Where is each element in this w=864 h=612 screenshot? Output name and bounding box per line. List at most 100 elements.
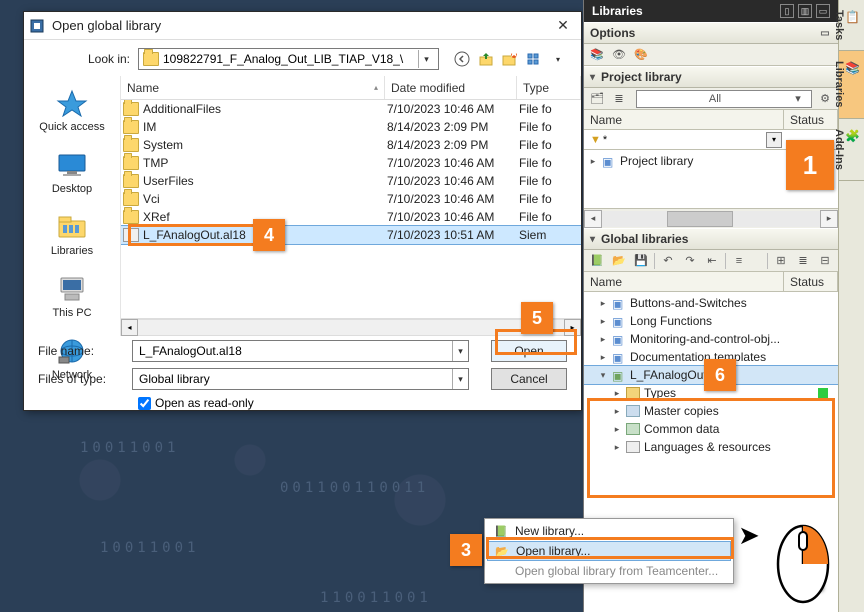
file-row[interactable]: L_FAnalogOut.al187/10/2023 10:51 AMSiem: [121, 226, 581, 244]
horizontal-scrollbar[interactable]: ◂ ▸: [121, 318, 581, 336]
tree-icon[interactable]: 🗂: [588, 90, 606, 108]
menu-item[interactable]: 📗New library...: [487, 521, 731, 541]
col-date[interactable]: Date modified: [385, 76, 517, 99]
status-column[interactable]: Status: [784, 110, 838, 129]
col-name[interactable]: Name▴: [121, 76, 385, 99]
status-column[interactable]: Status: [784, 272, 838, 291]
palette-icon[interactable]: 🎨: [632, 46, 650, 64]
view-dropdown-icon[interactable]: ▾: [549, 50, 567, 68]
import-icon[interactable]: ⇤: [703, 252, 721, 270]
gear-icon[interactable]: ⚙: [816, 90, 834, 108]
file-row[interactable]: XRef7/10/2023 10:46 AMFile fo: [121, 208, 581, 226]
redo-icon[interactable]: ↷: [681, 252, 699, 270]
database-icon[interactable]: ≡: [730, 252, 748, 270]
nav-back-icon[interactable]: [453, 50, 471, 68]
expand-icon[interactable]: ▾: [598, 370, 608, 381]
library-view-icon[interactable]: 📚: [588, 46, 606, 64]
expand-icon[interactable]: ▸: [598, 352, 608, 363]
file-name-combo[interactable]: ▾: [132, 340, 469, 362]
open-global-library-dialog: Open global library ✕ Look in: 109822791…: [23, 11, 582, 411]
name-column[interactable]: Name: [584, 272, 784, 291]
panel-layout2-icon[interactable]: ▥: [798, 4, 812, 18]
star-icon: [55, 89, 89, 117]
chevron-down-icon[interactable]: ▾: [789, 90, 807, 108]
expand-icon[interactable]: ▸: [612, 388, 622, 399]
dialog-icon: [28, 17, 46, 35]
place-libraries[interactable]: Libraries: [31, 206, 113, 266]
open-read-only-checkbox[interactable]: [138, 397, 151, 410]
place-quick-access[interactable]: Quick access: [31, 82, 113, 142]
scroll-right-icon[interactable]: ▸: [564, 319, 581, 336]
close-icon[interactable]: ✕: [549, 14, 577, 38]
name-column[interactable]: Name: [584, 110, 784, 129]
nav-views-icon[interactable]: [525, 50, 543, 68]
file-name-input[interactable]: [139, 344, 462, 358]
collapse-icon[interactable]: ⊟: [816, 252, 834, 270]
tree-item[interactable]: ▸▣Long Functions: [584, 312, 838, 330]
new-lib-icon[interactable]: 📗: [588, 252, 606, 270]
menu-item[interactable]: 📂Open library...: [487, 541, 731, 561]
side-tab-add-ins[interactable]: 🧩Add-Ins: [839, 119, 864, 181]
options-tool-icon[interactable]: ▭: [818, 26, 832, 40]
expand-icon[interactable]: ▸: [612, 424, 622, 435]
file-row[interactable]: AdditionalFiles7/10/2023 10:46 AMFile fo: [121, 100, 581, 118]
file-row[interactable]: Vci7/10/2023 10:46 AMFile fo: [121, 190, 581, 208]
look-in-combo[interactable]: 109822791_F_Analog_Out_LIB_TIAP_V18_\ ▾: [138, 48, 439, 70]
panel-header: Libraries ▯ ▥ ▭: [584, 0, 838, 22]
tree-item[interactable]: ▸▣Monitoring-and-control-obj...: [584, 330, 838, 348]
col-type[interactable]: Type: [517, 76, 581, 99]
expand-icon[interactable]: ▸: [598, 298, 608, 309]
expand-icon[interactable]: ▸: [598, 334, 608, 345]
look-in-label: Look in:: [38, 52, 130, 66]
libraries-icon: [55, 213, 89, 241]
chevron-down-icon[interactable]: ▾: [590, 72, 595, 83]
scroll-left-icon[interactable]: ◂: [121, 319, 138, 336]
list-icon[interactable]: ≣: [610, 90, 628, 108]
place-this-pc[interactable]: This PC: [31, 268, 113, 328]
chevron-down-icon[interactable]: ▾: [418, 50, 434, 68]
expand-icon[interactable]: ▸: [612, 406, 622, 417]
side-tabs: 📋Tasks📚Libraries🧩Add-Ins: [838, 0, 864, 612]
open-lib-icon[interactable]: 📂: [610, 252, 628, 270]
expand-icon[interactable]: ⊞: [772, 252, 790, 270]
chevron-down-icon[interactable]: ▾: [590, 234, 595, 245]
side-tab-libraries[interactable]: 📚Libraries: [839, 51, 864, 118]
file-row[interactable]: UserFiles7/10/2023 10:46 AMFile fo: [121, 172, 581, 190]
chevron-down-icon[interactable]: ▾: [766, 132, 782, 148]
undo-icon[interactable]: ↶: [659, 252, 677, 270]
place-desktop[interactable]: Desktop: [31, 144, 113, 204]
chevron-down-icon[interactable]: ▾: [452, 341, 468, 361]
tree-item[interactable]: ▸Languages & resources: [584, 438, 838, 456]
panel-layout3-icon[interactable]: ▭: [816, 4, 830, 18]
nav-up-icon[interactable]: [477, 50, 495, 68]
panel-layout1-icon[interactable]: ▯: [780, 4, 794, 18]
callout-1: 1: [786, 140, 834, 190]
expand-icon[interactable]: ▸: [598, 316, 608, 327]
open-button[interactable]: Open: [491, 340, 567, 362]
save-lib-icon[interactable]: 💾: [632, 252, 650, 270]
chevron-down-icon[interactable]: ▾: [452, 369, 468, 389]
tasks-icon: 📋: [845, 10, 860, 24]
project-scrollbar[interactable]: ◂ ▸: [584, 208, 838, 228]
nav-newfolder-icon[interactable]: ★: [501, 50, 519, 68]
tree-item[interactable]: ▸▣Buttons-and-Switches: [584, 294, 838, 312]
tree-item[interactable]: ▸Common data: [584, 420, 838, 438]
project-library-section[interactable]: ▾ Project library: [584, 66, 838, 88]
list2-icon[interactable]: ≣: [794, 252, 812, 270]
global-libraries-section[interactable]: ▾ Global libraries: [584, 228, 838, 250]
expand-icon[interactable]: ▸: [612, 442, 622, 453]
cancel-button[interactable]: Cancel: [491, 368, 567, 390]
files-of-type-input[interactable]: [139, 372, 462, 386]
scroll-right-icon[interactable]: ▸: [820, 210, 838, 228]
filter-all-combo[interactable]: All ▾: [636, 90, 812, 108]
file-row[interactable]: System8/14/2023 2:09 PMFile fo: [121, 136, 581, 154]
expand-icon[interactable]: ▸: [588, 156, 598, 167]
side-tab-tasks[interactable]: 📋Tasks: [839, 0, 864, 51]
file-row[interactable]: IM8/14/2023 2:09 PMFile fo: [121, 118, 581, 136]
eye-icon[interactable]: 👁: [610, 46, 628, 64]
options-section[interactable]: Options ▭: [584, 22, 838, 44]
file-row[interactable]: TMP7/10/2023 10:46 AMFile fo: [121, 154, 581, 172]
scroll-left-icon[interactable]: ◂: [584, 210, 602, 228]
tree-item[interactable]: ▸Master copies: [584, 402, 838, 420]
files-of-type-combo[interactable]: ▾: [132, 368, 469, 390]
